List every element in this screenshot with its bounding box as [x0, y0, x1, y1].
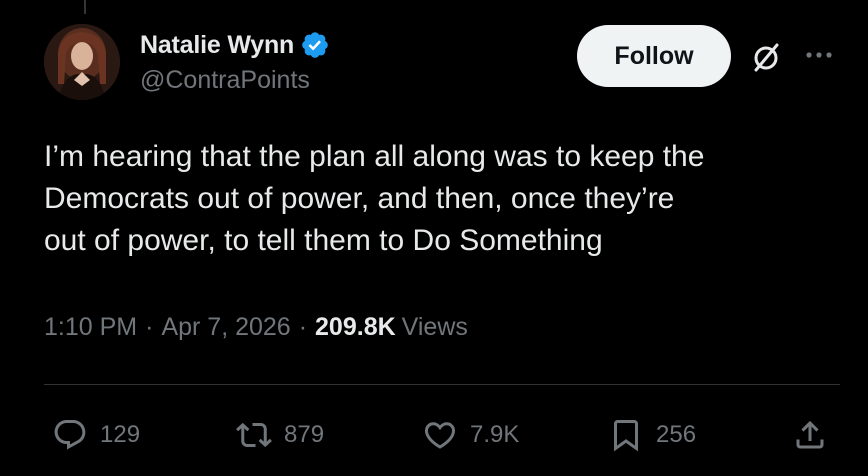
reply-icon [54, 420, 86, 450]
author-handle[interactable]: @ContraPoints [140, 66, 330, 95]
like-count: 7.9K [470, 421, 520, 448]
more-options-icon[interactable] [802, 38, 836, 72]
grok-icon[interactable] [748, 40, 784, 76]
thread-connector-line [84, 0, 86, 14]
avatar[interactable] [44, 24, 120, 100]
repost-count: 879 [284, 421, 325, 448]
repost-icon [236, 422, 272, 448]
tweet-text: I’m hearing that the plan all along was … [44, 140, 705, 257]
heart-icon [424, 422, 456, 449]
author-info: Natalie Wynn @ContraPoints [140, 28, 330, 95]
share-icon [796, 420, 824, 449]
meta-separator: · [145, 313, 154, 341]
tweet-time[interactable]: 1:10 PM [44, 313, 137, 342]
divider [44, 384, 840, 385]
share-button[interactable] [792, 410, 828, 460]
like-button[interactable]: 7.9K [422, 410, 519, 460]
author-display-name[interactable]: Natalie Wynn [140, 31, 294, 60]
tweet-meta: 1:10 PM · Apr 7, 2026 · 209.8K Views [44, 313, 468, 342]
action-bar: 129 879 7.9K 256 [0, 410, 868, 460]
reply-button[interactable]: 129 [52, 410, 140, 460]
reply-count: 129 [100, 421, 141, 448]
views-count: 209.8K [315, 313, 396, 341]
bookmark-button[interactable]: 256 [608, 410, 696, 460]
views-label: Views [401, 313, 468, 341]
name-row: Natalie Wynn [140, 28, 330, 62]
meta-separator: · [298, 313, 308, 341]
follow-button[interactable]: Follow [577, 25, 731, 87]
verified-badge-icon[interactable] [300, 30, 330, 60]
bookmark-count: 256 [656, 421, 697, 448]
repost-button[interactable]: 879 [236, 410, 324, 460]
bookmark-icon [614, 420, 638, 452]
avatar-image [44, 24, 120, 100]
tweet-date[interactable]: Apr 7, 2026 [161, 313, 290, 342]
